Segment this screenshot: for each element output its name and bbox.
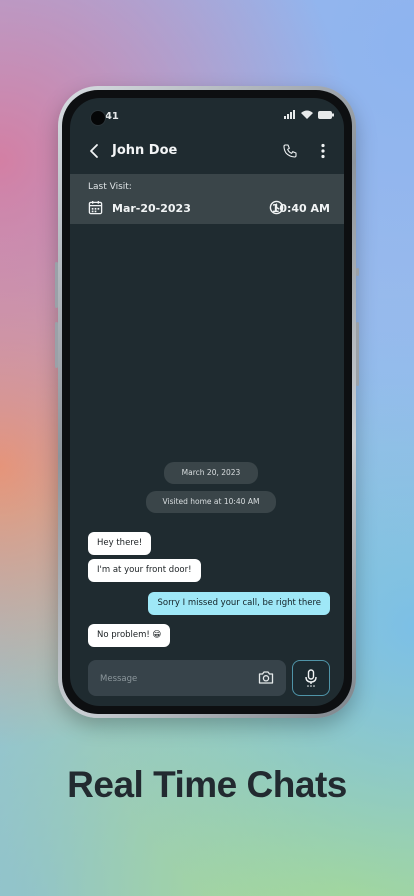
status-icons [284, 110, 334, 119]
wifi-icon [301, 110, 313, 119]
message-incoming: Hey there! [88, 532, 152, 555]
last-visit-date: Mar-20-2023 [112, 202, 191, 215]
calendar-icon [88, 200, 103, 215]
chat-header: John Doe [70, 132, 344, 172]
status-bar: 9:41 [70, 98, 344, 128]
signal-icon [284, 110, 295, 119]
visit-event-pill: Visited home at 10:40 AM [146, 491, 276, 513]
last-visit-banner: Last Visit: Mar-20-2023 10:40 AM [70, 174, 344, 224]
power-button [356, 322, 359, 386]
microphone-button[interactable] [292, 660, 330, 696]
side-button [356, 268, 359, 276]
phone-icon[interactable] [282, 143, 298, 159]
date-separator: March 20, 2023 [164, 462, 258, 484]
more-vertical-icon[interactable] [320, 143, 326, 159]
front-camera [90, 110, 106, 126]
message-outgoing: Sorry I missed your call, be right there [148, 592, 330, 615]
last-visit-label: Last Visit: [88, 182, 132, 192]
message-input[interactable] [98, 668, 242, 690]
battery-icon [318, 110, 334, 119]
message-incoming: No problem! 😁 [88, 624, 171, 647]
marketing-caption: Real Time Chats [67, 764, 347, 805]
microphone-icon [305, 669, 317, 687]
last-visit-time: 10:40 AM [271, 202, 330, 215]
message-composer [88, 660, 286, 696]
volume-button [55, 322, 58, 368]
app-screen: 9:41 John Doe Last Visit: Mar-20-2023 10… [70, 98, 344, 706]
phone-mockup: 9:41 John Doe Last Visit: Mar-20-2023 10… [55, 86, 359, 718]
back-arrow-icon[interactable] [88, 142, 102, 160]
camera-icon[interactable] [258, 670, 274, 685]
volume-button [55, 262, 58, 308]
phone-bezel: 9:41 John Doe Last Visit: Mar-20-2023 10… [62, 90, 352, 714]
contact-name: John Doe [112, 143, 178, 158]
message-incoming: I'm at your front door! [88, 559, 201, 582]
